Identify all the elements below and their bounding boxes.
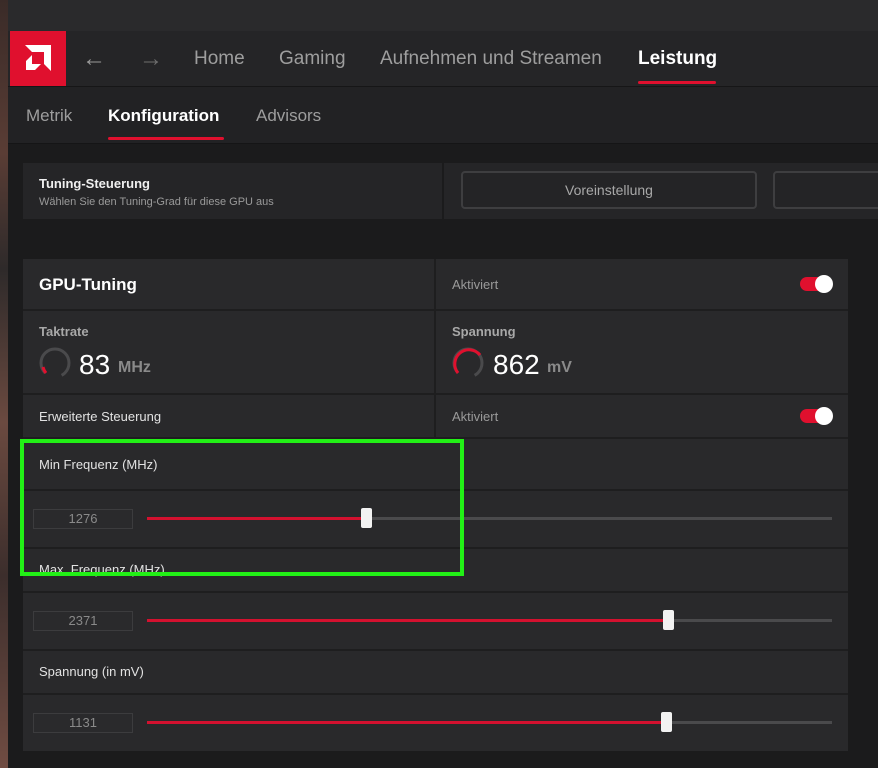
- slider-thumb[interactable]: [662, 610, 674, 630]
- max-frequency-label: Max. Frequenz (MHz): [39, 562, 165, 577]
- voltage-slider-label: Spannung (in mV): [39, 664, 144, 679]
- min-frequency-slider-row: 1276: [23, 491, 848, 547]
- max-frequency-input[interactable]: 2371: [33, 611, 133, 631]
- gpu-tuning-card: GPU-Tuning Aktiviert Taktrate 83 MHz Spa…: [23, 259, 848, 751]
- slider-fill: [147, 619, 668, 622]
- min-frequency-slider[interactable]: [147, 508, 832, 528]
- clock-value: 83: [79, 349, 111, 380]
- nav-item-recording[interactable]: Aufnehmen und Streamen: [380, 48, 602, 70]
- clock-gauge-icon: [39, 347, 71, 379]
- preset-button[interactable]: Voreinstellung: [461, 171, 757, 209]
- top-navigation: ← → Home Gaming Aufnehmen und Streamen L…: [8, 31, 878, 87]
- tuning-option-button[interactable]: [773, 171, 878, 209]
- title-bar: [8, 0, 878, 31]
- advanced-control-row: Erweiterte Steuerung Aktiviert: [23, 395, 848, 437]
- max-frequency-label-row: Max. Frequenz (MHz): [23, 549, 848, 591]
- tab-configuration[interactable]: Konfiguration: [108, 106, 219, 126]
- slider-thumb[interactable]: [660, 712, 672, 732]
- voltage-slider-row: 1131: [23, 695, 848, 751]
- gpu-tuning-toggle[interactable]: [800, 275, 833, 293]
- advanced-control-toggle[interactable]: [800, 407, 833, 425]
- slider-fill: [147, 517, 367, 520]
- slider-fill: [147, 721, 666, 724]
- advanced-control-label: Erweiterte Steuerung: [39, 409, 162, 424]
- amd-logo[interactable]: [10, 31, 66, 86]
- min-frequency-label-row: Min Frequenz (MHz): [23, 439, 848, 489]
- nav-item-gaming[interactable]: Gaming: [279, 48, 346, 70]
- voltage-value: 862: [493, 349, 540, 380]
- clock-unit: MHz: [118, 359, 151, 376]
- min-frequency-label: Min Frequenz (MHz): [39, 457, 158, 472]
- tuning-control-title: Tuning-Steuerung: [39, 176, 150, 191]
- arrow-right-icon[interactable]: →: [137, 45, 165, 73]
- max-frequency-slider-row: 2371: [23, 593, 848, 649]
- divider: [434, 311, 436, 393]
- toggle-knob: [815, 275, 833, 293]
- gpu-tuning-status: Aktiviert: [452, 277, 499, 292]
- tab-active-indicator: [108, 137, 224, 140]
- nav-item-performance[interactable]: Leistung: [638, 48, 717, 70]
- arrow-left-icon[interactable]: ←: [80, 45, 108, 73]
- gpu-tuning-title: GPU-Tuning: [39, 275, 137, 294]
- max-frequency-slider[interactable]: [147, 610, 832, 630]
- slider-thumb[interactable]: [361, 508, 373, 528]
- tab-advisors[interactable]: Advisors: [256, 106, 321, 126]
- voltage-gauge-icon: [452, 347, 484, 379]
- clock-label: Taktrate: [39, 324, 89, 339]
- tuning-control-card: Tuning-Steuerung Wählen Sie den Tuning-G…: [23, 163, 878, 219]
- gpu-tuning-header: GPU-Tuning Aktiviert: [23, 259, 848, 309]
- voltage-slider[interactable]: [147, 712, 832, 732]
- nav-active-indicator: [638, 81, 716, 84]
- divider: [434, 259, 436, 309]
- tuning-control-description: Wählen Sie den Tuning-Grad für diese GPU…: [39, 196, 274, 208]
- sub-navigation: Metrik Konfiguration Advisors: [8, 87, 878, 144]
- min-frequency-input[interactable]: 1276: [33, 509, 133, 529]
- voltage-input[interactable]: 1131: [33, 713, 133, 733]
- divider: [442, 163, 444, 219]
- advanced-control-status: Aktiviert: [452, 409, 499, 424]
- voltage-unit: mV: [547, 359, 572, 376]
- toggle-knob: [815, 407, 833, 425]
- divider: [434, 395, 436, 437]
- desktop-background: [0, 0, 8, 768]
- tab-metrics[interactable]: Metrik: [26, 106, 72, 126]
- nav-item-home[interactable]: Home: [194, 48, 245, 70]
- voltage-label: Spannung: [452, 324, 516, 339]
- amd-logo-icon: [25, 45, 51, 71]
- voltage-slider-label-row: Spannung (in mV): [23, 651, 848, 693]
- gpu-stats-row: Taktrate 83 MHz Spannung 862 mV: [23, 311, 848, 393]
